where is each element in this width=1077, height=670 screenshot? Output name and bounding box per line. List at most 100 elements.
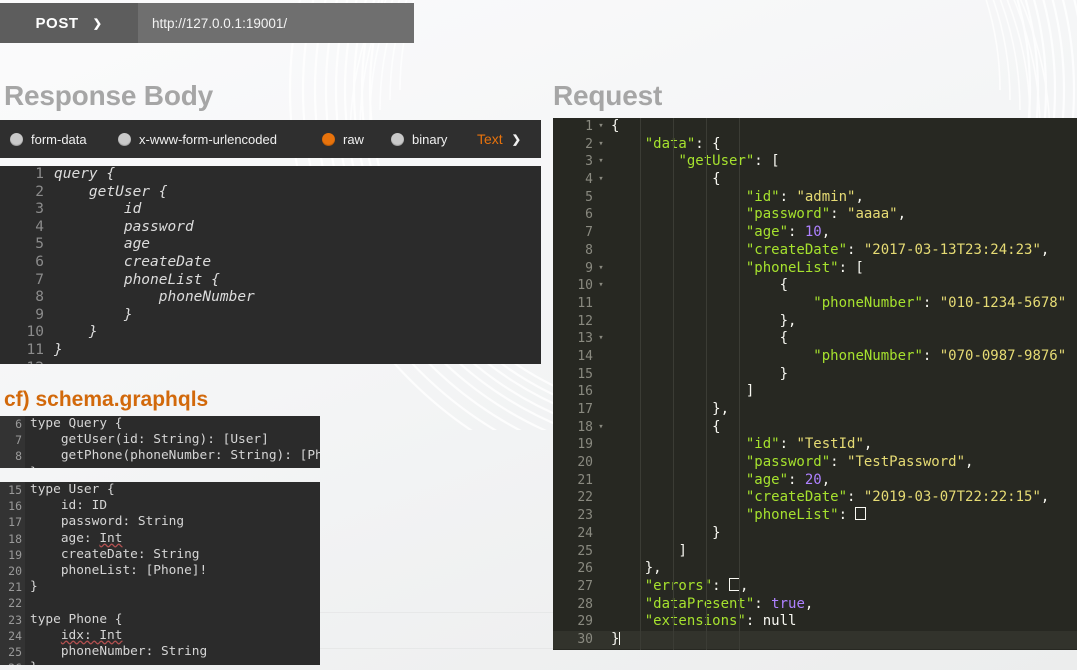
- graphql-query-editor[interactable]: 1query {2 getUser {3 id4 password5 age6 …: [0, 166, 541, 364]
- json-text: "id": "TestId",: [609, 436, 872, 454]
- fold-toggle-icon[interactable]: ▾: [593, 330, 609, 348]
- url-input[interactable]: http://127.0.0.1:19001/: [138, 3, 414, 43]
- radio-option-binary[interactable]: binary: [391, 132, 447, 147]
- json-token: "phoneNumber": [813, 295, 923, 311]
- code-text: password: [54, 219, 194, 237]
- json-line: 3▾ "getUser": [: [553, 153, 1077, 171]
- code-text: }: [54, 307, 133, 325]
- code-line: 10 }: [0, 324, 541, 342]
- empty-array-glyph: [729, 578, 740, 591]
- json-line: 1▾{: [553, 118, 1077, 136]
- fold-spacer: [593, 631, 609, 649]
- json-text: "dataPresent": true,: [609, 596, 813, 614]
- json-line: 4▾ {: [553, 171, 1077, 189]
- json-line: 2▾ "data": {: [553, 136, 1077, 154]
- code-line: 19 createDate: String: [0, 547, 320, 563]
- json-token: 20: [805, 472, 822, 488]
- json-token: {: [712, 419, 720, 435]
- json-text: "extensions": null: [609, 613, 796, 631]
- json-token: :: [780, 189, 797, 205]
- code-line: 26}: [0, 660, 320, 665]
- json-text: },: [609, 560, 662, 578]
- fold-toggle-icon[interactable]: ▾: [593, 277, 609, 295]
- code-line: 3 id: [0, 201, 541, 219]
- code-text: }: [25, 465, 38, 468]
- fold-toggle-icon[interactable]: ▾: [593, 136, 609, 154]
- json-token: :: [746, 613, 763, 629]
- fold-toggle-icon[interactable]: ▾: [593, 260, 609, 278]
- body-format-dropdown[interactable]: Text❯: [477, 131, 521, 147]
- json-line: 17 },: [553, 401, 1077, 419]
- fold-spacer: [593, 383, 609, 401]
- line-number: 7: [553, 224, 593, 242]
- radio-option-form-data[interactable]: form-data: [10, 132, 87, 147]
- json-text: },: [609, 401, 729, 419]
- line-number: 11: [553, 295, 593, 313]
- radio-icon: [322, 133, 335, 146]
- json-token: {: [780, 277, 788, 293]
- json-token: :: [788, 472, 805, 488]
- fold-toggle-icon[interactable]: ▾: [593, 153, 609, 171]
- json-token: ,: [864, 436, 872, 452]
- json-line: 23 "phoneList":: [553, 507, 1077, 525]
- line-number: 24: [0, 628, 25, 644]
- json-token: ,: [740, 578, 748, 594]
- json-token: :: [847, 242, 864, 258]
- code-text: }: [25, 660, 38, 665]
- fold-spacer: [593, 613, 609, 631]
- json-text: "age": 10,: [609, 224, 830, 242]
- json-token: "getUser": [678, 153, 754, 169]
- code-text: age: [54, 236, 150, 254]
- radio-option-x-www-form-urlencoded[interactable]: x-www-form-urlencoded: [118, 132, 277, 147]
- fold-toggle-icon[interactable]: ▾: [593, 118, 609, 136]
- code-text: getPhone(phoneNumber: String): [Phone]: [25, 448, 320, 464]
- line-number: 6: [0, 254, 54, 272]
- json-token: :: [830, 206, 847, 222]
- json-token: "phoneList": [746, 260, 839, 276]
- json-text: }: [609, 631, 620, 649]
- line-number: 8: [0, 448, 25, 464]
- json-token: "data": [645, 136, 696, 152]
- code-line: 8 getPhone(phoneNumber: String): [Phone]: [0, 448, 320, 464]
- code-line: 24 idx: Int: [0, 628, 320, 644]
- json-text: "phoneList": [: [609, 260, 864, 278]
- json-text: {: [609, 118, 619, 136]
- json-text: {: [609, 419, 721, 437]
- fold-spacer: [593, 313, 609, 331]
- radio-option-raw[interactable]: raw: [322, 132, 364, 147]
- line-number: 4: [0, 219, 54, 237]
- code-text: type User {: [25, 482, 115, 498]
- json-token: ,: [855, 189, 863, 205]
- json-line: 29 "extensions": null: [553, 613, 1077, 631]
- code-line: 9 }: [0, 307, 541, 325]
- empty-array-glyph: [855, 507, 866, 520]
- json-token: ,: [965, 454, 973, 470]
- fold-spacer: [593, 507, 609, 525]
- json-token: {: [780, 330, 788, 346]
- json-token: :: [788, 224, 805, 240]
- fold-toggle-icon[interactable]: ▾: [593, 171, 609, 189]
- json-token: ,: [1041, 489, 1049, 505]
- fold-toggle-icon[interactable]: ▾: [593, 419, 609, 437]
- json-token: ]: [746, 383, 754, 399]
- line-number: 12: [553, 313, 593, 331]
- json-response-viewer[interactable]: 1▾{2▾ "data": {3▾ "getUser": [4▾ {5 "id"…: [553, 118, 1077, 650]
- code-line: 21}: [0, 579, 320, 595]
- line-number: 3: [553, 153, 593, 171]
- line-number: 19: [553, 436, 593, 454]
- json-token: }: [611, 631, 619, 647]
- json-text: "phoneNumber": "070-0987-9876": [609, 348, 1066, 366]
- http-method-dropdown[interactable]: POST ❯: [0, 3, 138, 43]
- json-token: },: [712, 401, 729, 417]
- fold-spacer: [593, 366, 609, 384]
- json-text: }: [609, 525, 721, 543]
- json-token: ]: [678, 543, 686, 559]
- json-text: {: [609, 277, 788, 295]
- json-token: "errors": [645, 578, 712, 594]
- line-number: 4: [553, 171, 593, 189]
- code-line: 17 password: String: [0, 514, 320, 530]
- code-text: }: [54, 342, 63, 360]
- line-number: 9: [553, 260, 593, 278]
- line-number: 16: [553, 383, 593, 401]
- code-line: 11}: [0, 342, 541, 360]
